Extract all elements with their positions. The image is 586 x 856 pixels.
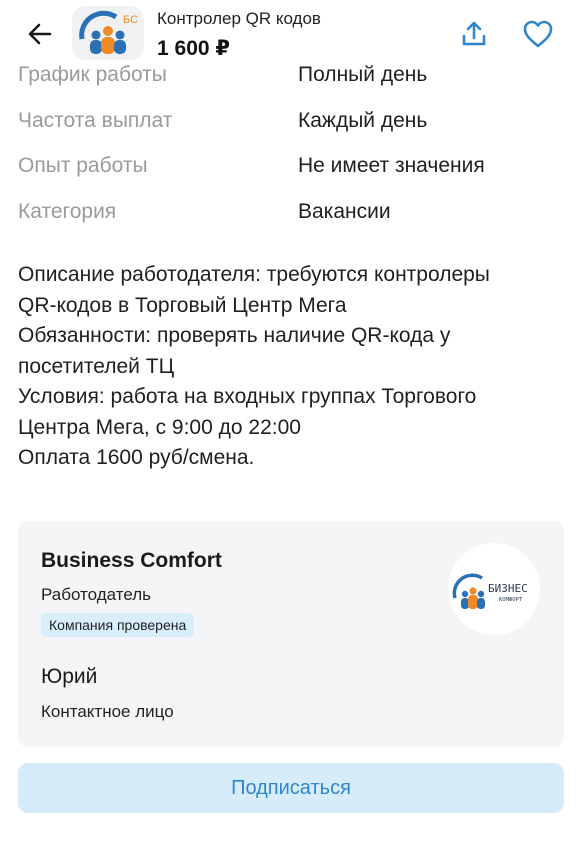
listing-title: Контролер QR кодов: [157, 9, 321, 28]
company-logo-icon: БИЗНЕС КОМФОРТ: [452, 573, 528, 609]
share-icon: [462, 21, 486, 46]
job-params: График работы Полный день Частота выплат…: [18, 52, 578, 234]
contact-name: Юрий: [41, 665, 98, 688]
favorite-button[interactable]: [518, 16, 558, 52]
param-row: Опыт работы Не имеет значения: [18, 143, 578, 189]
company-logo-icon: БС: [79, 10, 138, 54]
param-key: Опыт работы: [18, 154, 148, 177]
seller-role: Работодатель: [41, 585, 151, 604]
job-description: Описание работодателя: требуются контрол…: [18, 260, 574, 474]
param-row: Категория Вакансии: [18, 189, 578, 235]
thumb-text: БС: [123, 14, 138, 26]
top-bar: БС Контролер QR кодов 1 600 ₽: [0, 0, 586, 62]
seller-name[interactable]: Business Comfort: [41, 549, 222, 573]
contact-role: Контактное лицо: [41, 702, 174, 721]
heart-icon: [523, 20, 553, 48]
description-line: Описание работодателя: требуются контрол…: [18, 263, 490, 286]
description-line: QR-кодов в Торговый Центр Мега: [18, 293, 347, 317]
share-button[interactable]: [456, 16, 492, 52]
description-line: Обязанности: проверять наличие QR-кода у: [18, 324, 451, 347]
logo-text-bottom: КОМФОРТ: [499, 597, 523, 603]
description-line: Центра Мега, с 9:00 до 22:00: [18, 415, 301, 439]
listing-price: 1 600 ₽: [157, 37, 230, 60]
verified-badge: Компания проверена: [41, 613, 195, 637]
param-value: Вакансии: [298, 199, 391, 223]
seller-avatar[interactable]: БИЗНЕС КОМФОРТ: [448, 543, 540, 635]
seller-card[interactable]: Business Comfort Работодатель Компания п…: [18, 521, 564, 747]
param-key: Частота выплат: [18, 108, 173, 132]
arrow-left-icon: [28, 23, 52, 45]
back-button[interactable]: [22, 16, 58, 52]
param-value: Не имеет значения: [298, 154, 485, 177]
description-line: Оплата 1600 руб/смена.: [18, 446, 255, 469]
param-row: Частота выплат Каждый день: [18, 98, 578, 144]
description-line: посетителей ТЦ: [18, 354, 175, 378]
param-value: Каждый день: [298, 108, 428, 132]
listing-thumbnail[interactable]: БС: [72, 6, 144, 60]
subscribe-button[interactable]: Подписаться: [18, 763, 564, 813]
param-key: Категория: [18, 199, 117, 223]
description-line: Условия: работа на входных группах Торго…: [18, 385, 477, 408]
logo-text-top: БИЗНЕС: [488, 582, 528, 595]
